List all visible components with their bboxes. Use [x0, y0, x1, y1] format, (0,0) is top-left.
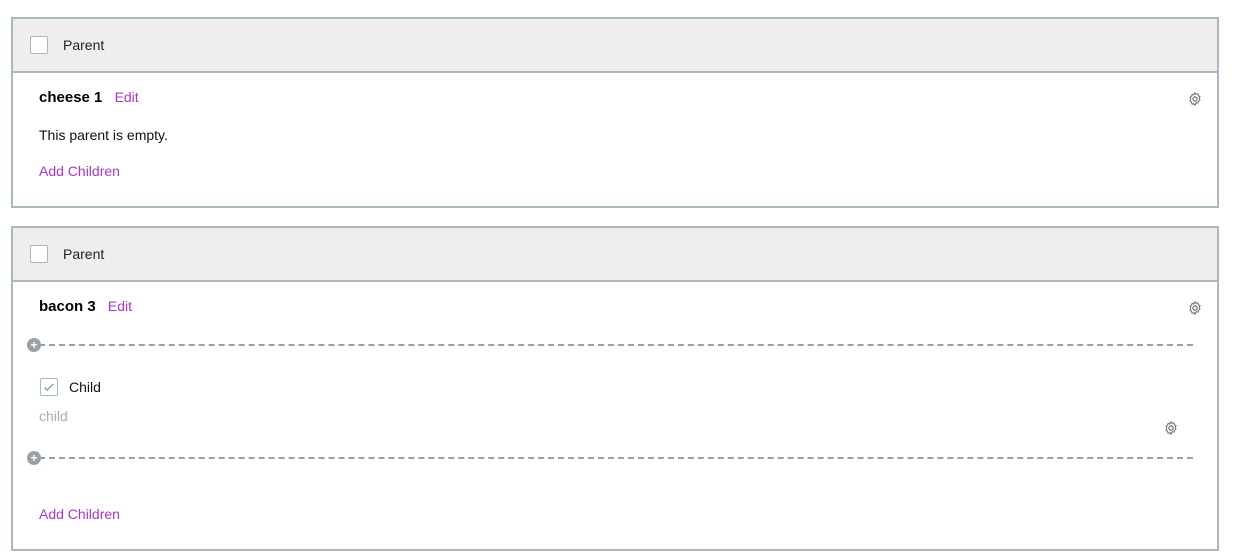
parent-title: cheese 1: [39, 89, 103, 106]
card-header: Parent: [13, 19, 1217, 73]
drop-zone-line: [39, 344, 1193, 346]
gear-icon[interactable]: [1163, 420, 1179, 436]
checkmark-icon: [44, 383, 54, 392]
edit-link[interactable]: Edit: [115, 89, 139, 105]
drop-zone-line: [39, 457, 1193, 459]
gear-icon[interactable]: [1187, 300, 1203, 316]
child-label: Child: [69, 379, 101, 395]
plus-circle-icon[interactable]: +: [27, 338, 41, 352]
edit-link[interactable]: Edit: [108, 298, 132, 314]
parent-card-cheese: Parent cheese 1 Edit This parent is empt…: [11, 17, 1219, 208]
empty-message: This parent is empty.: [39, 127, 168, 143]
gear-icon[interactable]: [1187, 91, 1203, 107]
parent-title: bacon 3: [39, 298, 96, 315]
header-label: Parent: [63, 37, 105, 53]
parent-card-bacon: Parent bacon 3 Edit + Child child + Add …: [11, 226, 1219, 551]
card-header: Parent: [13, 228, 1217, 282]
parent-checkbox[interactable]: [30, 245, 48, 263]
add-children-link[interactable]: Add Children: [39, 163, 120, 179]
child-sublabel: child: [39, 408, 68, 424]
title-row: bacon 3 Edit: [39, 298, 132, 315]
child-checkbox[interactable]: [40, 378, 58, 396]
title-row: cheese 1 Edit: [39, 89, 139, 106]
plus-circle-icon[interactable]: +: [27, 451, 41, 465]
parent-checkbox[interactable]: [30, 36, 48, 54]
add-children-link[interactable]: Add Children: [39, 506, 120, 522]
header-label: Parent: [63, 246, 105, 262]
